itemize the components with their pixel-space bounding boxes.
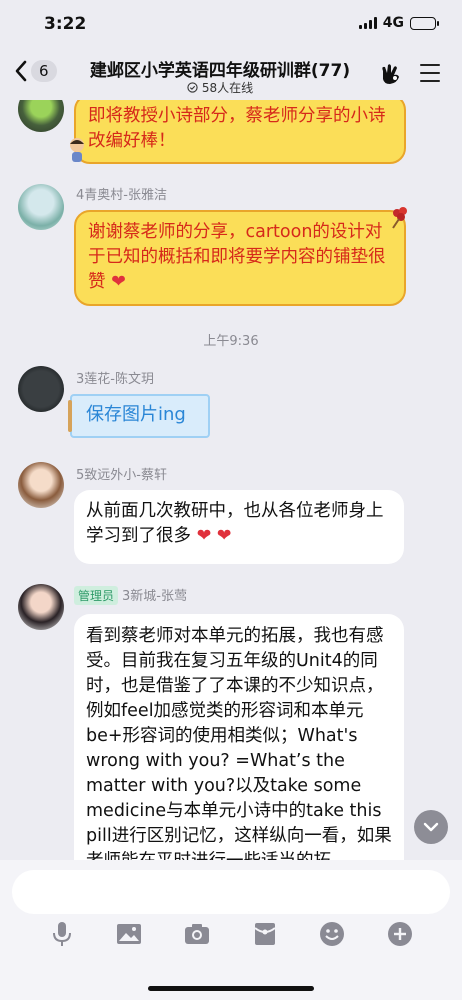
- message-bubble[interactable]: 看到蔡老师对本单元的拓展，我也有感受。目前我在复习五年级的Unit4的同时，也是…: [74, 614, 404, 860]
- sender-name: 管理员 3新城-张莺: [74, 585, 187, 605]
- status-indicators: 4G: [358, 15, 439, 31]
- unread-count-badge: 6: [31, 60, 57, 82]
- sender-name-text: 3新城-张莺: [122, 589, 187, 604]
- bubble-decoration-icon: [68, 400, 72, 432]
- online-clock-icon: [187, 82, 198, 93]
- message-input[interactable]: [12, 870, 450, 914]
- sender-name: 4青奥村-张雅洁: [76, 188, 167, 203]
- signal-icon: [358, 17, 377, 29]
- red-packet-icon[interactable]: [251, 920, 279, 948]
- emoji-icon[interactable]: [318, 920, 346, 948]
- camera-icon[interactable]: [183, 920, 211, 948]
- heart-emoji: ❤ ❤: [196, 526, 232, 546]
- heart-emoji: ❤: [111, 272, 126, 292]
- plus-icon[interactable]: [386, 920, 414, 948]
- image-icon[interactable]: [115, 920, 143, 948]
- message-list[interactable]: 即将教授小诗部分，蔡老师分享的小诗改编好棒！ 4青奥村-张雅洁 谢谢蔡老师的分享…: [0, 100, 462, 860]
- online-count: 58人在线: [201, 81, 254, 95]
- avatar[interactable]: [18, 184, 64, 230]
- message-bubble[interactable]: 从前面几次教研中，也从各位老师身上学习到了很多 ❤ ❤: [74, 490, 404, 564]
- status-bar: 3:22 4G: [0, 0, 462, 48]
- composer: [0, 860, 462, 1000]
- chat-header: 6 建邺区小学英语四年级研训群(77) 58人在线: [0, 48, 462, 100]
- status-time: 3:22: [44, 14, 87, 34]
- avatar[interactable]: [18, 100, 64, 132]
- chevron-down-icon: [423, 822, 439, 832]
- network-label: 4G: [382, 15, 404, 31]
- message-bubble[interactable]: 即将教授小诗部分，蔡老师分享的小诗改编好棒！: [74, 100, 406, 164]
- scroll-to-bottom-button[interactable]: [414, 810, 448, 844]
- admin-badge: 管理员: [74, 586, 119, 605]
- message-text: 看到蔡老师对本单元的拓展，我也有感受。目前我在复习五年级的Unit4的同时，也是…: [86, 626, 392, 860]
- message-bubble[interactable]: 谢谢蔡老师的分享，cartoon的设计对于已知的概括和即将要学内容的铺垫很赞 ❤: [74, 210, 406, 306]
- time-separator: 上午9:36: [203, 334, 259, 349]
- back-button[interactable]: 6: [14, 60, 57, 82]
- message-bubble[interactable]: 保存图片ing: [70, 394, 210, 438]
- menu-icon[interactable]: [420, 64, 440, 82]
- message-text: 保存图片ing: [86, 404, 186, 425]
- sender-name: 3莲花-陈文玥: [76, 372, 154, 387]
- candy-sticker-icon: [388, 204, 414, 230]
- message-text: 即将教授小诗部分，蔡老师分享的小诗改编好棒！: [88, 106, 386, 151]
- cartoon-sticker-icon: [66, 136, 88, 164]
- avatar[interactable]: [18, 366, 64, 412]
- group-title[interactable]: 建邺区小学英语四年级研训群(77): [70, 56, 370, 81]
- sender-name: 5致远外小-蔡轩: [76, 468, 167, 483]
- microphone-icon[interactable]: [48, 920, 76, 948]
- hand-gesture-icon[interactable]: [378, 62, 404, 86]
- message-text: 从前面几次教研中，也从各位老师身上学习到了很多: [86, 501, 384, 546]
- home-indicator: [148, 986, 314, 991]
- avatar[interactable]: [18, 584, 64, 630]
- battery-icon: [410, 16, 439, 30]
- avatar[interactable]: [18, 462, 64, 508]
- composer-toolbar: [0, 920, 462, 948]
- chevron-left-icon: [15, 60, 27, 82]
- message-text: 谢谢蔡老师的分享，cartoon的设计对于已知的概括和即将要学内容的铺垫很赞: [88, 222, 386, 292]
- online-status: 58人在线: [70, 79, 370, 96]
